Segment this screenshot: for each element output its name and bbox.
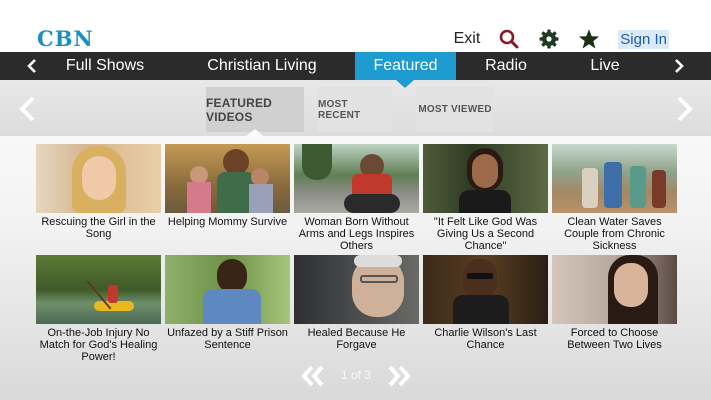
page-prev-icon[interactable]	[300, 364, 326, 388]
video-thumbnail[interactable]	[294, 144, 419, 213]
active-nav-pointer	[396, 80, 414, 88]
video-title: Helping Mommy Survive	[167, 216, 288, 228]
video-tile[interactable]: Rescuing the Girl in the Song	[36, 144, 161, 240]
video-title: Unfazed by a Stiff Prison Sentence	[167, 327, 288, 351]
category-nav: Full Shows Christian Living Featured Rad…	[0, 52, 711, 80]
nav-next-arrow-icon[interactable]	[667, 52, 691, 80]
video-thumbnail[interactable]	[423, 144, 548, 213]
sign-in-link[interactable]: Sign In	[618, 29, 669, 49]
subtab-next-arrow-icon[interactable]	[670, 94, 700, 124]
video-title: Charlie Wilson's Last Chance	[434, 327, 537, 351]
nav-item-live[interactable]: Live	[580, 52, 630, 80]
video-title: Healed Because He Forgave	[307, 327, 406, 351]
video-title: Clean Water Saves Couple from Chronic Si…	[564, 216, 665, 252]
nav-item-christian-living[interactable]: Christian Living	[196, 52, 328, 80]
video-title: Forced to Choose Between Two Lives	[567, 327, 662, 351]
video-title: "It Felt Like God Was Giving Us a Second…	[433, 216, 538, 252]
video-tile[interactable]: Forced to Choose Between Two Lives	[552, 255, 677, 351]
subtab-featured-videos[interactable]: FEATURED VIDEOS	[206, 87, 304, 132]
star-icon[interactable]	[578, 28, 600, 50]
pagination: 1 of 3	[300, 364, 412, 388]
video-tile[interactable]: Clean Water Saves Couple from Chronic Si…	[552, 144, 677, 252]
cbn-logo[interactable]: CBN	[37, 26, 94, 51]
video-thumbnail[interactable]	[165, 255, 290, 324]
active-subtab-pointer	[245, 129, 265, 137]
search-icon[interactable]	[498, 28, 520, 50]
nav-item-radio[interactable]: Radio	[476, 52, 536, 80]
page-next-icon[interactable]	[386, 364, 412, 388]
exit-button[interactable]: Exit	[454, 30, 481, 48]
video-tile[interactable]: On-the-Job Injury No Match for God's Hea…	[36, 255, 161, 363]
gear-icon[interactable]	[538, 28, 560, 50]
video-thumbnail[interactable]	[423, 255, 548, 324]
page-indicator: 1 of 3	[340, 368, 372, 382]
video-thumbnail[interactable]	[36, 144, 161, 213]
nav-prev-arrow-icon[interactable]	[20, 52, 44, 80]
video-thumbnail[interactable]	[552, 144, 677, 213]
nav-item-featured[interactable]: Featured	[355, 52, 456, 80]
video-thumbnail[interactable]	[36, 255, 161, 324]
header: CBN Exit Sign In	[0, 0, 711, 52]
video-tile[interactable]: "It Felt Like God Was Giving Us a Second…	[423, 144, 548, 252]
video-tile[interactable]: Charlie Wilson's Last Chance	[423, 255, 548, 351]
video-tile[interactable]: Helping Mommy Survive	[165, 144, 290, 228]
subtab-most-recent[interactable]: MOST RECENT	[318, 87, 392, 132]
nav-item-full-shows[interactable]: Full Shows	[56, 52, 154, 80]
subtab-prev-arrow-icon[interactable]	[12, 94, 42, 124]
video-tile[interactable]: Woman Born Without Arms and Legs Inspire…	[294, 144, 419, 252]
video-thumbnail[interactable]	[552, 255, 677, 324]
video-tile[interactable]: Unfazed by a Stiff Prison Sentence	[165, 255, 290, 351]
video-title: On-the-Job Injury No Match for God's Hea…	[39, 327, 158, 363]
video-thumbnail[interactable]	[294, 255, 419, 324]
video-thumbnail[interactable]	[165, 144, 290, 213]
video-title: Woman Born Without Arms and Legs Inspire…	[298, 216, 415, 252]
video-tile[interactable]: Healed Because He Forgave	[294, 255, 419, 351]
subtab-most-viewed[interactable]: MOST VIEWED	[416, 87, 494, 132]
video-title: Rescuing the Girl in the Song	[41, 216, 156, 240]
top-actions: Exit Sign In	[454, 27, 669, 51]
